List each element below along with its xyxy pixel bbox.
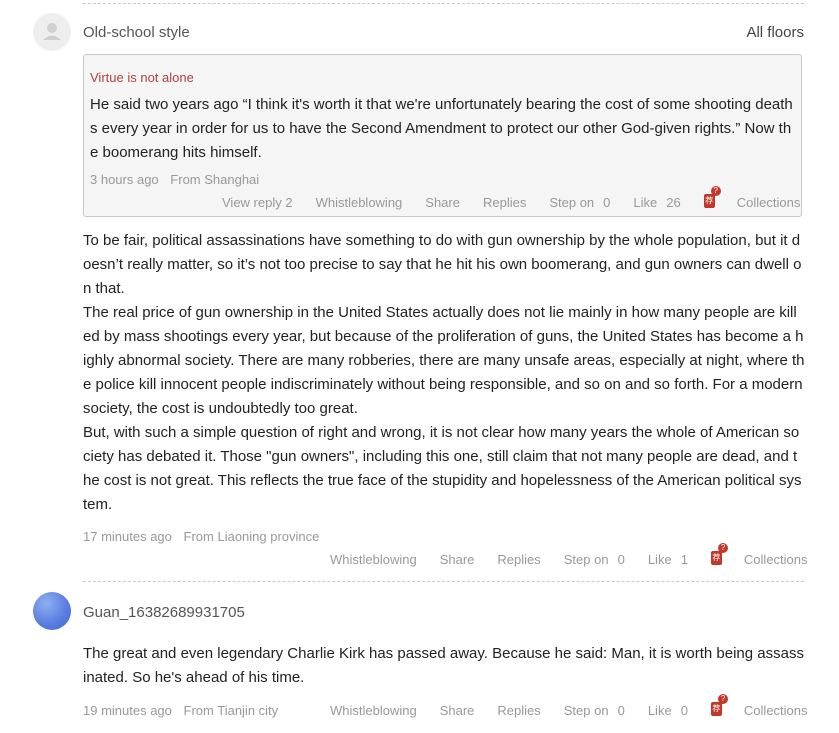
top-divider <box>83 3 804 4</box>
share-button[interactable]: Share <box>440 703 475 718</box>
step-on-button[interactable]: Step on 0 <box>549 195 610 210</box>
comment-time: 19 minutes ago <box>83 703 172 718</box>
recommend-badge: ? <box>710 185 721 196</box>
view-reply-link[interactable]: View reply 2 <box>222 195 293 210</box>
replies-button[interactable]: Replies <box>497 703 540 718</box>
replies-button[interactable]: Replies <box>483 195 526 210</box>
like-label: Like <box>647 703 672 718</box>
step-on-count: 0 <box>617 703 625 718</box>
quote-text: He said two years ago “I think it's wort… <box>90 96 793 161</box>
comment-meta: 19 minutes ago From Tianjin city <box>83 703 286 718</box>
quoted-comment: Virtue is not alone He said two years ag… <box>83 54 802 217</box>
like-label: Like <box>633 195 658 210</box>
like-count: 0 <box>680 703 688 718</box>
step-on-label: Step on <box>549 195 595 210</box>
quote-meta: 3 hours ago From Shanghai <box>90 172 267 187</box>
like-count: 26 <box>666 195 681 210</box>
step-on-count: 0 <box>617 552 625 567</box>
user-avatar[interactable] <box>33 13 71 51</box>
user-avatar[interactable] <box>33 592 71 630</box>
recommend-badge: ? <box>717 542 728 553</box>
all-floors-link[interactable]: All floors <box>746 24 804 41</box>
comment-divider <box>83 581 804 582</box>
share-button[interactable]: Share <box>425 195 460 210</box>
comment-username[interactable]: Old-school style <box>83 24 190 41</box>
quote-author[interactable]: Virtue is not alone <box>90 70 194 85</box>
comment-actions: Whistleblowing Share Replies Step on 0 Li… <box>330 542 808 567</box>
like-button[interactable]: Like 0 <box>648 703 688 718</box>
comment-username[interactable]: Guan_16382689931705 <box>83 604 245 621</box>
whistleblowing-button[interactable]: Whistleblowing <box>316 195 403 210</box>
recommend-glyph: 荐 <box>705 195 714 205</box>
quote-time: 3 hours ago <box>90 172 159 187</box>
whistleblowing-button[interactable]: Whistleblowing <box>330 552 417 567</box>
step-on-label: Step on <box>563 552 609 567</box>
recommend-glyph: 荐 <box>712 552 721 562</box>
quote-location: From Shanghai <box>170 172 260 187</box>
comment-location: From Tianjin city <box>183 703 279 718</box>
recommend-glyph: 荐 <box>712 703 721 713</box>
comment-paragraph: But, with such a simple question of righ… <box>83 424 802 513</box>
step-on-count: 0 <box>603 195 611 210</box>
quote-actions: View reply 2 Whistleblowing Share Replie… <box>222 185 801 210</box>
comment-location: From Liaoning province <box>183 529 320 544</box>
default-user-icon <box>43 23 61 40</box>
comment-body: The great and even legendary Charlie Kir… <box>83 642 805 690</box>
comment-paragraph: The real price of gun ownership in the U… <box>83 304 805 417</box>
comment-meta: 17 minutes ago From Liaoning province <box>83 529 327 544</box>
comment-paragraph: To be fair, political assassinations hav… <box>83 232 802 297</box>
collections-button[interactable]: Collections <box>744 703 808 718</box>
like-button[interactable]: Like 26 <box>633 195 680 210</box>
recommend-icon[interactable]: 荐? <box>710 693 728 716</box>
comment-time: 17 minutes ago <box>83 529 172 544</box>
whistleblowing-button[interactable]: Whistleblowing <box>330 703 417 718</box>
step-on-button[interactable]: Step on 0 <box>564 703 625 718</box>
like-count: 1 <box>680 552 688 567</box>
like-label: Like <box>647 552 672 567</box>
step-on-button[interactable]: Step on 0 <box>564 552 625 567</box>
comment-actions: Whistleblowing Share Replies Step on 0 Li… <box>330 693 808 718</box>
recommend-icon[interactable]: 荐? <box>710 542 728 565</box>
share-button[interactable]: Share <box>440 552 475 567</box>
comment-body: To be fair, political assassinations hav… <box>83 229 805 517</box>
comment-paragraph: The great and even legendary Charlie Kir… <box>83 645 804 686</box>
recommend-icon[interactable]: 荐? <box>703 185 721 208</box>
replies-button[interactable]: Replies <box>497 552 540 567</box>
collections-button[interactable]: Collections <box>737 195 801 210</box>
recommend-badge: ? <box>717 693 728 704</box>
like-button[interactable]: Like 1 <box>648 552 688 567</box>
collections-button[interactable]: Collections <box>744 552 808 567</box>
step-on-label: Step on <box>563 703 609 718</box>
